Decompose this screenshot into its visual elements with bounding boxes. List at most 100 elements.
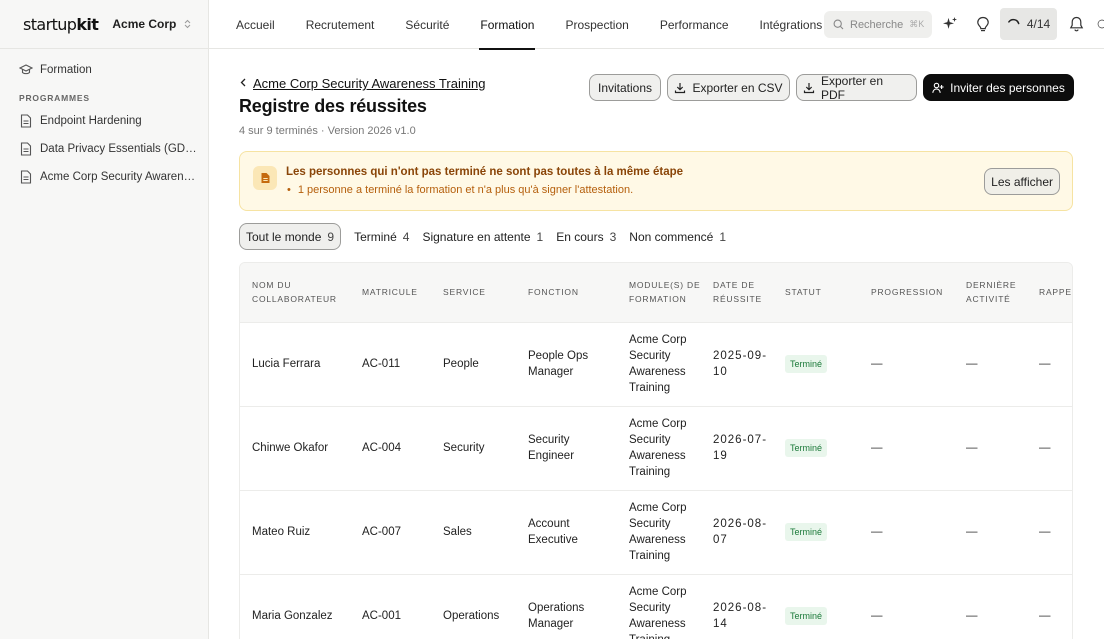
- invite-people-label: Inviter des personnes: [950, 80, 1065, 95]
- show-them-button[interactable]: Les afficher: [984, 168, 1060, 195]
- cell-module: Acme Corp Security Awareness Training: [629, 418, 687, 478]
- cell-status: Terminé: [773, 574, 859, 639]
- sparkle-icon[interactable]: [939, 13, 961, 35]
- filter-count: 1: [719, 229, 727, 244]
- sidebar-item-label: Acme Corp Security Awareness Training: [40, 171, 200, 183]
- cell-id: AC-001: [362, 610, 401, 623]
- column-header[interactable]: Date de réussite: [701, 263, 773, 322]
- document-icon: [19, 114, 33, 128]
- filter-count: 3: [609, 229, 617, 244]
- status-badge: Terminé: [785, 523, 828, 541]
- sidebar-item-formation[interactable]: Formation: [0, 56, 208, 84]
- page-title: Registre des réussites: [239, 96, 427, 116]
- document-icon: [19, 142, 33, 156]
- filter-everyone[interactable]: Tout le monde 9: [239, 223, 342, 250]
- column-header[interactable]: Fonction: [516, 263, 617, 322]
- notice-item-text: 1 personne a terminé la formation et n'a…: [297, 184, 634, 196]
- filter-not-started[interactable]: Non commencé 1: [629, 223, 726, 250]
- sidebar-item-label: Data Privacy Essentials (GDPR): [40, 143, 200, 155]
- cell-name: Maria Gonzalez: [252, 610, 333, 623]
- org-switcher-label[interactable]: Acme Corp: [112, 17, 176, 31]
- notice-title: Les personnes qui n'ont pas terminé ne s…: [286, 166, 684, 178]
- cell-reminder: —: [1039, 442, 1051, 454]
- filter-label: Tout le monde: [246, 229, 322, 244]
- invite-people-button[interactable]: Inviter des personnes: [923, 74, 1074, 101]
- cell-last-activity: —: [966, 358, 978, 370]
- tab-securite[interactable]: Sécurité: [405, 0, 449, 49]
- status-filters: Tout le monde 9 Terminé 4 Signature en att…: [239, 223, 739, 250]
- table-row[interactable]: Chinwe Okafor AC-004 Security Security E…: [240, 406, 1072, 490]
- table-row[interactable]: Maria Gonzalez AC-001 Operations Operati…: [240, 574, 1072, 639]
- filter-completed[interactable]: Terminé 4: [354, 223, 409, 250]
- cell-reminder: —: [1039, 358, 1051, 370]
- export-pdf-button[interactable]: Exporter en PDF: [796, 74, 917, 102]
- sidebar-item-program[interactable]: Data Privacy Essentials (GDPR): [0, 135, 208, 163]
- notice-item: • 1 personne a terminé la formation et n'…: [287, 184, 634, 196]
- cell-role: Account Executive: [528, 518, 578, 546]
- sidebar-section-title: PROGRAMMES: [19, 93, 90, 103]
- breadcrumb-link[interactable]: Acme Corp Security Awareness Training: [253, 76, 485, 91]
- column-header[interactable]: Rappel: [1027, 263, 1072, 322]
- brand-bar: startupkit Acme Corp: [0, 0, 208, 49]
- table-row[interactable]: Mateo Ruiz AC-007 Sales Account Executiv…: [240, 490, 1072, 574]
- column-header[interactable]: Service: [431, 263, 516, 322]
- spinner-icon: [1007, 18, 1020, 24]
- completion-table: Nom du collaborateur Matricule Service F…: [239, 262, 1073, 639]
- table-header-row: Nom du collaborateur Matricule Service F…: [240, 263, 1072, 322]
- sidebar-item-program[interactable]: Acme Corp Security Awareness Training: [0, 163, 208, 191]
- tab-performance[interactable]: Performance: [660, 0, 729, 49]
- column-header[interactable]: Nom du collaborateur: [240, 263, 350, 322]
- cell-progress: —: [871, 442, 883, 454]
- invitations-button[interactable]: Invitations: [589, 74, 661, 101]
- column-header[interactable]: Statut: [773, 263, 859, 322]
- search-icon: [833, 19, 844, 30]
- nav-tabs: Accueil Recrutement Sécurité Formation P…: [236, 0, 853, 50]
- logo[interactable]: startupkit: [23, 15, 99, 34]
- cell-service: Security: [443, 442, 485, 454]
- cell-last-activity: —: [966, 526, 978, 538]
- column-header[interactable]: Module(s) de formation: [617, 263, 701, 322]
- cell-service: People: [443, 358, 479, 370]
- status-badge: Terminé: [785, 355, 828, 373]
- filter-signature-pending[interactable]: Signature en attente 1: [422, 223, 543, 250]
- avatar[interactable]: [1097, 13, 1104, 35]
- progress-indicator[interactable]: 4/14: [1000, 8, 1057, 40]
- column-header[interactable]: Progression: [859, 263, 954, 322]
- tab-recrutement[interactable]: Recrutement: [306, 0, 375, 49]
- cell-date: 2026-08-14: [713, 602, 768, 631]
- cell-id: AC-004: [362, 442, 401, 454]
- tab-integrations[interactable]: Intégrations: [760, 0, 823, 49]
- warning-document-icon: [253, 166, 277, 190]
- filter-label: Terminé: [354, 229, 397, 244]
- filter-count: 4: [402, 229, 410, 244]
- progress-count: 4/14: [1026, 17, 1051, 31]
- bell-icon[interactable]: [1065, 13, 1087, 35]
- column-header[interactable]: Dernière activité: [954, 263, 1027, 322]
- column-header[interactable]: Matricule: [350, 263, 431, 322]
- table-row[interactable]: Lucia Ferrara AC-011 People People Ops M…: [240, 322, 1072, 406]
- cell-progress: —: [871, 526, 883, 538]
- cell-role: Operations Manager: [528, 602, 585, 631]
- export-csv-button[interactable]: Exporter en CSV: [667, 74, 790, 101]
- cell-service: Operations: [443, 610, 500, 623]
- cell-last-activity: —: [966, 442, 978, 454]
- sidebar-item-program[interactable]: Endpoint Hardening: [0, 107, 208, 135]
- chevron-left-icon: [240, 78, 246, 90]
- breadcrumb[interactable]: Acme Corp Security Awareness Training: [240, 76, 485, 91]
- cell-module: Acme Corp Security Awareness Training: [629, 334, 687, 394]
- tab-accueil[interactable]: Accueil: [236, 0, 275, 49]
- chevron-updown-icon[interactable]: [184, 19, 191, 29]
- cell-reminder: —: [1039, 526, 1051, 538]
- tab-formation[interactable]: Formation: [479, 0, 536, 50]
- cell-date: 2025-09-10: [713, 350, 768, 378]
- download-icon: [674, 82, 686, 94]
- sidebar-item-label: Endpoint Hardening: [40, 115, 142, 127]
- search-input[interactable]: Recherche ⌘K: [824, 11, 932, 38]
- sidebar: startupkit Acme Corp Formation PROGRAMME…: [0, 0, 209, 639]
- cell-date: 2026-08-07: [713, 518, 768, 546]
- cell-module: Acme Corp Security Awareness Training: [629, 502, 687, 562]
- filter-in-progress[interactable]: En cours 3: [556, 223, 616, 250]
- tab-prospection[interactable]: Prospection: [565, 0, 628, 49]
- lightbulb-icon[interactable]: [972, 13, 994, 35]
- filter-count: 9: [327, 229, 335, 244]
